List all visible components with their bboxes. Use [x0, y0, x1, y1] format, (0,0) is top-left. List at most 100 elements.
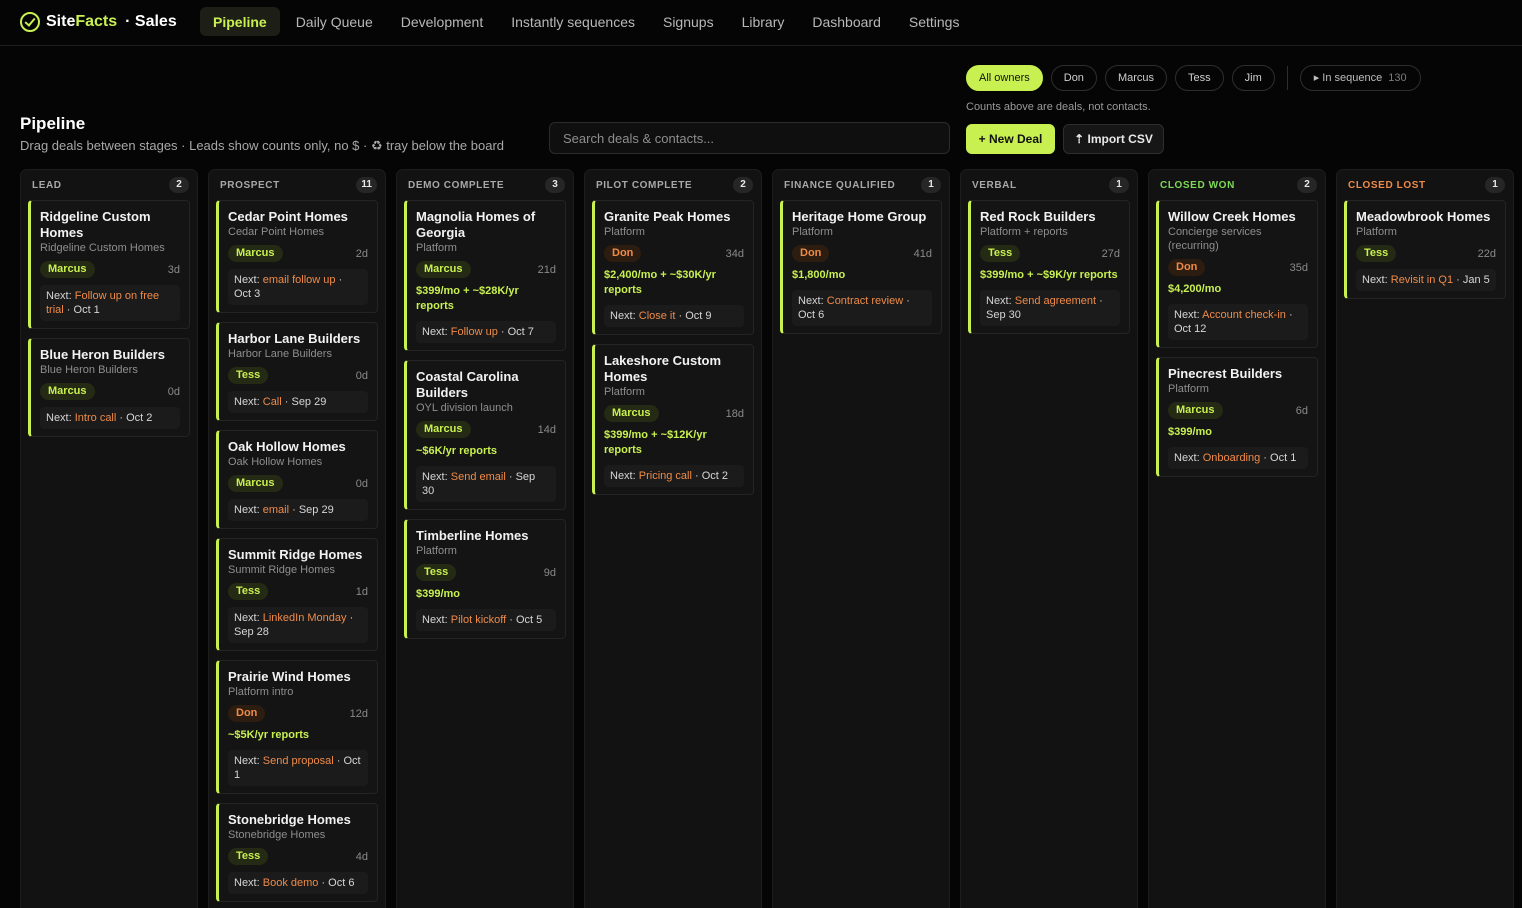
next-step-action[interactable]: Onboarding	[1203, 452, 1261, 464]
column-count-badge: 2	[169, 177, 189, 193]
next-step-action[interactable]: Account check-in	[1202, 309, 1286, 321]
next-step[interactable]: Next: Account check-in · Oct 12	[1168, 304, 1308, 340]
deal-card[interactable]: Prairie Wind Homes Platform intro Don 12d ~$…	[216, 660, 378, 794]
search-input[interactable]	[549, 122, 950, 154]
nav-tab-instantly-sequences[interactable]: Instantly sequences	[497, 7, 649, 36]
next-step[interactable]: Next: Book demo · Oct 6	[228, 872, 368, 894]
next-step-label: Next:	[234, 274, 260, 286]
next-step-action[interactable]: Revisit in Q1	[1391, 274, 1453, 286]
deal-subtitle: Platform	[604, 386, 645, 398]
next-step[interactable]: Next: Follow up · Oct 7	[416, 321, 556, 343]
owner-filter-all-owners[interactable]: All owners	[966, 65, 1043, 91]
next-step[interactable]: Next: Send agreement · Sep 30	[980, 290, 1120, 326]
deal-meta-row: Don 34d	[604, 245, 744, 262]
deal-card[interactable]: Stonebridge Homes Stonebridge Homes Tess 4d…	[216, 803, 378, 902]
next-step-action[interactable]: Send email	[451, 471, 506, 483]
import-csv-button[interactable]: ⇡ Import CSV	[1063, 124, 1164, 154]
next-step-action[interactable]: Send proposal	[263, 755, 334, 767]
in-sequence-toggle[interactable]: ▸ In sequence 130	[1299, 65, 1421, 91]
deal-card[interactable]: Pinecrest Builders Platform Marcus 6d $399/m…	[1156, 357, 1318, 477]
deal-title: Pinecrest Builders	[1168, 366, 1283, 381]
deal-meta-row: Tess 27d	[980, 245, 1120, 262]
next-step[interactable]: Next: email · Sep 29	[228, 499, 368, 521]
next-step[interactable]: Next: LinkedIn Monday · Sep 28	[228, 607, 368, 643]
owner-filter-jim[interactable]: Jim	[1231, 65, 1275, 91]
next-step-action[interactable]: Pricing call	[639, 470, 692, 482]
deal-card[interactable]: Blue Heron Builders Blue Heron Builders Ma…	[28, 338, 190, 437]
next-step[interactable]: Next: email follow up · Oct 3	[228, 269, 368, 305]
next-step-action[interactable]: Intro call	[75, 412, 117, 424]
nav-tab-development[interactable]: Development	[387, 7, 498, 36]
deal-card[interactable]: Granite Peak Homes Platform Don 34d $2,400/m…	[592, 200, 754, 335]
deal-subtitle: Platform	[604, 226, 645, 238]
next-step-action[interactable]: Contract review	[827, 295, 903, 307]
deal-card[interactable]: Lakeshore Custom Homes Platform Marcus 18d $…	[592, 344, 754, 495]
deal-card[interactable]: Oak Hollow Homes Oak Hollow Homes Marcus 0d…	[216, 430, 378, 529]
owner-filter-bar: All owners Don Marcus Tess Jim ▸ In sequence 1…	[966, 65, 1421, 91]
deal-card[interactable]: Summit Ridge Homes Summit Ridge Homes Tess…	[216, 538, 378, 651]
deal-title: Coastal Carolina Builders	[416, 369, 519, 400]
nav-tab-dashboard[interactable]: Dashboard	[798, 7, 895, 36]
deal-meta-row: Tess 22d	[1356, 245, 1496, 262]
next-step[interactable]: Next: Send email · Sep 30	[416, 466, 556, 502]
owner-filter-tess[interactable]: Tess	[1175, 65, 1224, 91]
next-step-label: Next:	[1174, 309, 1200, 321]
nav-tab-daily-queue[interactable]: Daily Queue	[282, 7, 387, 36]
deal-card[interactable]: Coastal Carolina Builders OYL division la…	[404, 360, 566, 510]
pipeline-column: PILOT COMPLETE 2 Granite Peak Homes Platfor…	[584, 169, 762, 908]
new-deal-button[interactable]: + New Deal	[966, 124, 1055, 154]
next-step[interactable]: Next: Contract review · Oct 6	[792, 290, 932, 326]
next-step-action[interactable]: Call	[263, 396, 282, 408]
deal-age: 27d	[1101, 247, 1120, 260]
pipeline-column: FINANCE QUALIFIED 1 Heritage Home Group Pla…	[772, 169, 950, 908]
next-step-action[interactable]: Close it	[639, 310, 676, 322]
filter-divider	[1286, 66, 1288, 90]
deal-card[interactable]: Harbor Lane Builders Harbor Lane Builders…	[216, 322, 378, 421]
deal-card[interactable]: Meadowbrook Homes Platform Tess 22d Next: Re…	[1344, 200, 1506, 299]
nav-tab-settings[interactable]: Settings	[895, 7, 974, 36]
next-step-label: Next:	[234, 504, 260, 516]
column-title: LEAD	[32, 179, 62, 191]
brand[interactable]: Site Facts · Sales	[20, 11, 177, 33]
next-step[interactable]: Next: Close it · Oct 9	[604, 305, 744, 327]
owner-filter-marcus[interactable]: Marcus	[1104, 65, 1167, 91]
deal-age: 2d	[355, 247, 368, 260]
next-step[interactable]: Next: Pricing call · Oct 2	[604, 465, 744, 487]
nav-tab-library[interactable]: Library	[728, 7, 799, 36]
next-step[interactable]: Next: Intro call · Oct 2	[40, 407, 180, 429]
next-step[interactable]: Next: Revisit in Q1 · Jan 5	[1356, 269, 1496, 291]
deal-age: 35d	[1289, 261, 1308, 274]
next-step-action[interactable]: Book demo	[263, 877, 319, 889]
next-step[interactable]: Next: Onboarding · Oct 1	[1168, 447, 1308, 469]
deal-subtitle: Platform	[792, 226, 833, 238]
deal-card[interactable]: Heritage Home Group Platform Don 41d $1,800/…	[780, 200, 942, 334]
next-step-label: Next:	[986, 295, 1012, 307]
deal-meta-row: Tess 4d	[228, 848, 368, 865]
next-step-action[interactable]: Follow up	[451, 326, 498, 338]
next-step-action[interactable]: Send agreement	[1015, 295, 1096, 307]
next-step[interactable]: Next: Send proposal · Oct 1	[228, 750, 368, 786]
deal-subtitle: Summit Ridge Homes	[228, 564, 335, 576]
nav-tab-signups[interactable]: Signups	[649, 7, 728, 36]
next-step[interactable]: Next: Follow up on free trial · Oct 1	[40, 285, 180, 321]
deal-card[interactable]: Ridgeline Custom Homes Ridgeline Custom H…	[28, 200, 190, 329]
owner-filter-don[interactable]: Don	[1050, 65, 1097, 91]
deal-subtitle: Blue Heron Builders	[40, 364, 138, 376]
deal-card[interactable]: Cedar Point Homes Cedar Point Homes Marcus…	[216, 200, 378, 313]
deal-card[interactable]: Magnolia Homes of Georgia Platform Marcus 2…	[404, 200, 566, 351]
next-step-action[interactable]: email follow up	[263, 274, 336, 286]
deal-card[interactable]: Timberline Homes Platform Tess 9d $399/mo Nex…	[404, 519, 566, 639]
next-step-action[interactable]: Pilot kickoff	[451, 614, 506, 626]
next-step[interactable]: Next: Call · Sep 29	[228, 391, 368, 413]
next-step-label: Next:	[234, 396, 260, 408]
deal-card[interactable]: Red Rock Builders Platform + reports Tess 2…	[968, 200, 1130, 334]
next-step-date: · Oct 5	[506, 614, 543, 626]
next-step-action[interactable]: LinkedIn Monday	[263, 612, 347, 624]
next-step-action[interactable]: email	[263, 504, 289, 516]
next-step[interactable]: Next: Pilot kickoff · Oct 5	[416, 609, 556, 631]
deal-age: 1d	[355, 585, 368, 598]
page-subtitle: Drag deals between stages · Leads show c…	[20, 138, 505, 153]
deal-meta-row: Marcus 0d	[40, 383, 180, 400]
deal-card[interactable]: Willow Creek Homes Concierge services (re…	[1156, 200, 1318, 348]
nav-tab-pipeline[interactable]: Pipeline	[200, 7, 280, 36]
